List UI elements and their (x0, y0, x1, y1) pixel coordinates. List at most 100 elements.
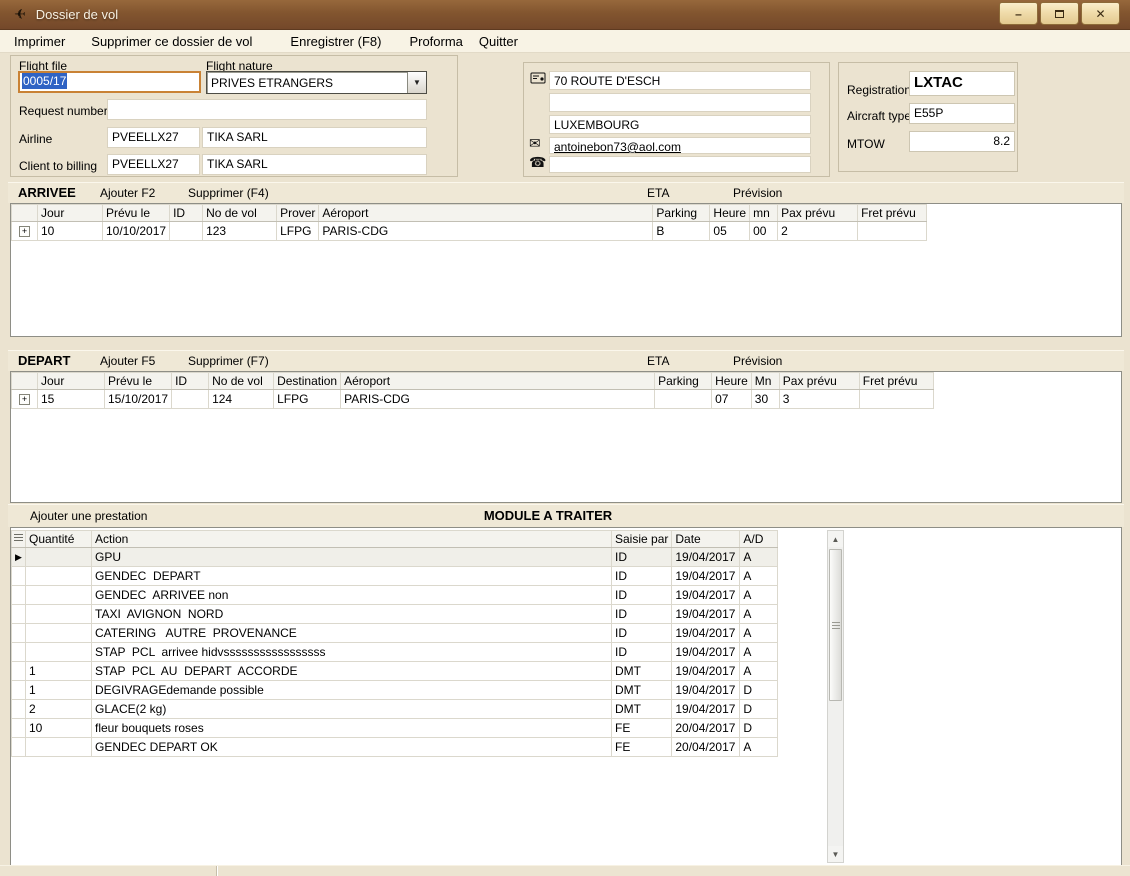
cell-saisie-par[interactable]: DMT (612, 662, 672, 681)
cell-saisie-par[interactable]: ID (612, 586, 672, 605)
table-row[interactable]: 1STAP PCL AU DEPART ACCORDEDMT19/04/2017… (12, 662, 778, 681)
cell-saisie-par[interactable]: ID (612, 605, 672, 624)
cell-date[interactable]: 19/04/2017 (672, 586, 740, 605)
cell-saisie-par[interactable]: FE (612, 719, 672, 738)
cell-ad[interactable]: A (740, 567, 778, 586)
row-selector-cell[interactable]: ▶ (12, 548, 26, 567)
row-selector-cell[interactable] (12, 738, 26, 757)
cell-action[interactable]: STAP PCL AU DEPART ACCORDE (92, 662, 612, 681)
arrivee-add-button[interactable]: Ajouter F2 (100, 186, 155, 200)
cell-quantity[interactable] (26, 643, 92, 662)
scroll-down-button[interactable]: ▼ (828, 846, 843, 862)
cell-date[interactable]: 19/04/2017 (672, 662, 740, 681)
cell-date[interactable]: 19/04/2017 (672, 681, 740, 700)
menu-quitter[interactable]: Quitter (473, 32, 524, 51)
table-row[interactable]: GENDEC DEPARTID19/04/2017A (12, 567, 778, 586)
row-selector-cell[interactable] (12, 567, 26, 586)
expand-row-button[interactable]: + (19, 226, 30, 237)
table-row[interactable]: 2GLACE(2 kg)DMT19/04/2017D (12, 700, 778, 719)
cell-quantity[interactable] (26, 567, 92, 586)
airline-name-input[interactable]: TIKA SARL (202, 127, 427, 148)
cell-date[interactable]: 20/04/2017 (672, 719, 740, 738)
client-name-input[interactable]: TIKA SARL (202, 154, 427, 175)
row-selector-cell[interactable] (12, 605, 26, 624)
cell-date[interactable]: 19/04/2017 (672, 624, 740, 643)
table-row[interactable]: 1DEGIVRAGEdemande possibleDMT19/04/2017D (12, 681, 778, 700)
cell-ad[interactable]: A (740, 548, 778, 567)
email-input[interactable]: antoinebon73@aol.com (549, 137, 811, 154)
depart-row[interactable]: + 15 15/10/2017 124 LFPG PARIS-CDG 07 30… (12, 390, 934, 409)
cell-saisie-par[interactable]: FE (612, 738, 672, 757)
cell-quantity[interactable]: 10 (26, 719, 92, 738)
client-code-input[interactable]: PVEELLX27 (107, 154, 200, 175)
cell-date[interactable]: 19/04/2017 (672, 567, 740, 586)
cell-ad[interactable]: D (740, 681, 778, 700)
phone-input[interactable] (549, 156, 811, 173)
aircraft-type-input[interactable]: E55P (909, 103, 1015, 124)
menu-imprimer[interactable]: Imprimer (8, 32, 71, 51)
cell-ad[interactable]: A (740, 605, 778, 624)
airline-code-input[interactable]: PVEELLX27 (107, 127, 200, 148)
row-selector-cell[interactable] (12, 586, 26, 605)
cell-action[interactable]: GENDEC DEPART OK (92, 738, 612, 757)
table-row[interactable]: CATERING AUTRE PROVENANCEID19/04/2017A (12, 624, 778, 643)
cell-quantity[interactable]: 1 (26, 662, 92, 681)
cell-ad[interactable]: A (740, 643, 778, 662)
vertical-scrollbar[interactable]: ▲ ▼ (827, 530, 844, 863)
cell-ad[interactable]: A (740, 738, 778, 757)
arrivee-remove-button[interactable]: Supprimer (F4) (188, 186, 269, 200)
menu-proforma[interactable]: Proforma (403, 32, 468, 51)
cell-saisie-par[interactable]: ID (612, 624, 672, 643)
maximize-button[interactable] (1040, 2, 1079, 25)
row-selector-cell[interactable] (12, 681, 26, 700)
cell-date[interactable]: 19/04/2017 (672, 605, 740, 624)
mtow-input[interactable]: 8.2 (909, 131, 1015, 152)
cell-action[interactable]: STAP PCL arrivee hidvsssssssssssssssss (92, 643, 612, 662)
address-line1-input[interactable]: 70 ROUTE D'ESCH (549, 71, 811, 90)
table-row[interactable]: ▶ GPUID19/04/2017A (12, 548, 778, 567)
cell-saisie-par[interactable]: ID (612, 643, 672, 662)
cell-ad[interactable]: D (740, 719, 778, 738)
cell-date[interactable]: 19/04/2017 (672, 700, 740, 719)
cell-saisie-par[interactable]: ID (612, 548, 672, 567)
cell-quantity[interactable] (26, 548, 92, 567)
cell-action[interactable]: TAXI AVIGNON NORD (92, 605, 612, 624)
close-button[interactable]: ✕ (1081, 2, 1120, 25)
cell-action[interactable]: CATERING AUTRE PROVENANCE (92, 624, 612, 643)
cell-ad[interactable]: D (740, 700, 778, 719)
address-city-input[interactable]: LUXEMBOURG (549, 115, 811, 134)
cell-action[interactable]: GPU (92, 548, 612, 567)
expand-row-button[interactable]: + (19, 394, 30, 405)
cell-action[interactable]: fleur bouquets roses (92, 719, 612, 738)
table-row[interactable]: TAXI AVIGNON NORDID19/04/2017A (12, 605, 778, 624)
request-number-input[interactable] (107, 99, 427, 120)
arrivee-row[interactable]: + 10 10/10/2017 123 LFPG PARIS-CDG B 05 … (12, 222, 927, 241)
cell-quantity[interactable]: 2 (26, 700, 92, 719)
registration-input[interactable]: LXTAC (909, 71, 1015, 96)
cell-quantity[interactable] (26, 624, 92, 643)
minimize-button[interactable]: – (999, 2, 1038, 25)
cell-quantity[interactable] (26, 605, 92, 624)
flight-nature-select[interactable]: PRIVES ETRANGERS ▼ (206, 71, 427, 94)
cell-action[interactable]: GENDEC DEPART (92, 567, 612, 586)
table-row[interactable]: STAP PCL arrivee hidvsssssssssssssssssID… (12, 643, 778, 662)
row-selector-cell[interactable] (12, 624, 26, 643)
flight-file-input[interactable]: 0005/17 (18, 71, 201, 93)
depart-add-button[interactable]: Ajouter F5 (100, 354, 155, 368)
cell-ad[interactable]: A (740, 624, 778, 643)
cell-quantity[interactable] (26, 586, 92, 605)
cell-quantity[interactable] (26, 738, 92, 757)
cell-saisie-par[interactable]: DMT (612, 681, 672, 700)
cell-date[interactable]: 20/04/2017 (672, 738, 740, 757)
cell-date[interactable]: 19/04/2017 (672, 643, 740, 662)
cell-saisie-par[interactable]: DMT (612, 700, 672, 719)
row-selector-cell[interactable] (12, 700, 26, 719)
cell-ad[interactable]: A (740, 662, 778, 681)
scroll-up-button[interactable]: ▲ (828, 531, 843, 547)
cell-ad[interactable]: A (740, 586, 778, 605)
table-row[interactable]: GENDEC DEPART OKFE20/04/2017A (12, 738, 778, 757)
row-selector-cell[interactable] (12, 719, 26, 738)
cell-date[interactable]: 19/04/2017 (672, 548, 740, 567)
menu-supprimer-dossier[interactable]: Supprimer ce dossier de vol (85, 32, 258, 51)
cell-saisie-par[interactable]: ID (612, 567, 672, 586)
